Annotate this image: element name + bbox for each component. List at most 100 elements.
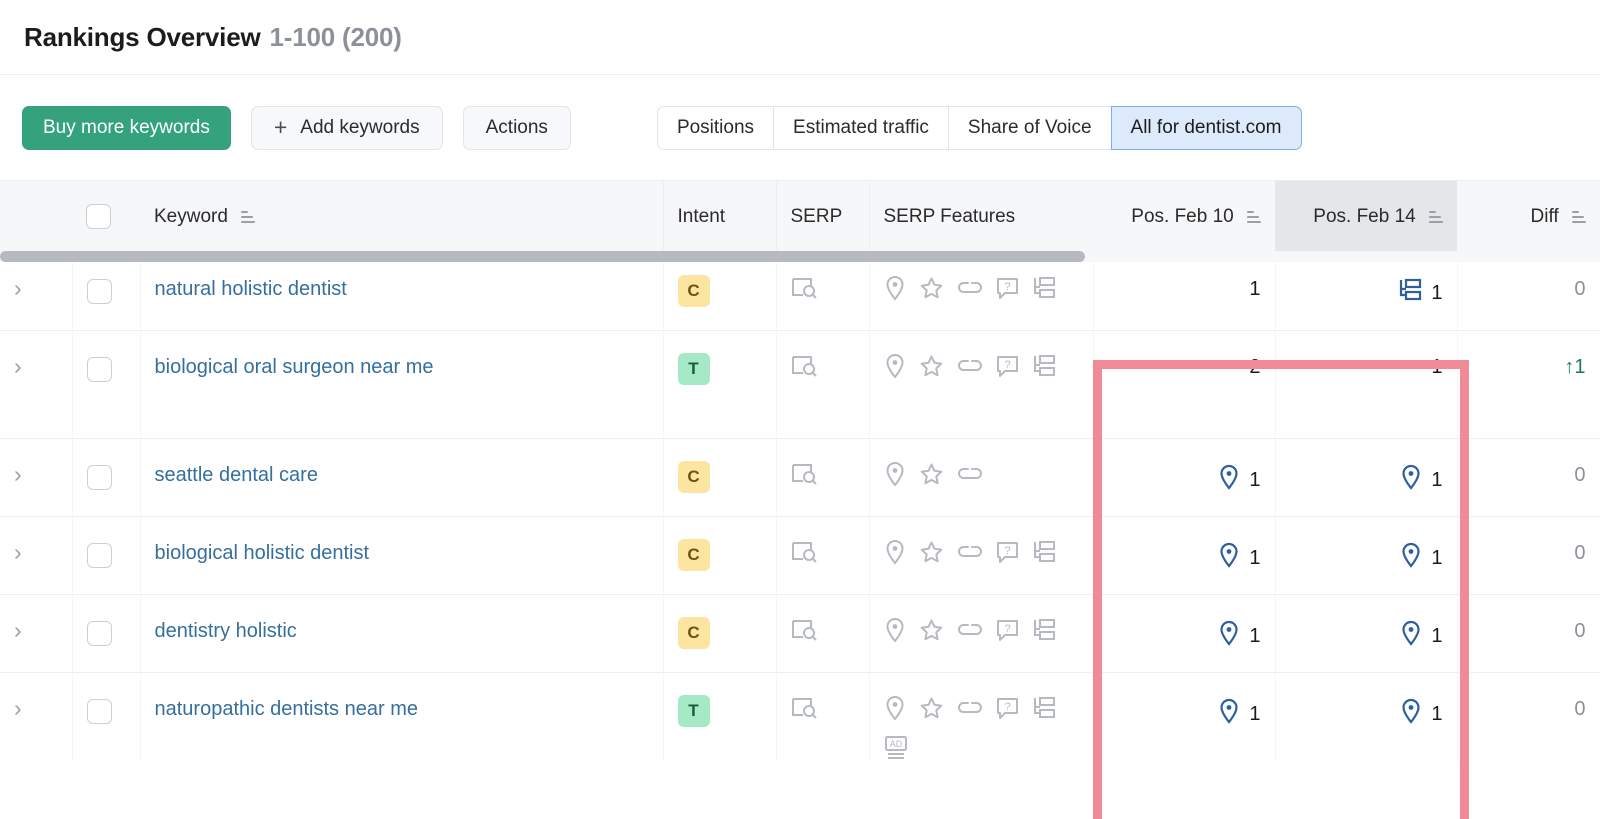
row-checkbox[interactable] xyxy=(86,465,112,490)
star-icon[interactable] xyxy=(919,462,944,487)
header-intent[interactable]: Intent xyxy=(663,180,777,253)
map-pin-icon[interactable] xyxy=(884,353,906,379)
sitelinks-icon[interactable] xyxy=(1032,540,1056,564)
tab-share-of-voice[interactable]: Share of Voice xyxy=(947,105,1111,150)
sitelinks-icon[interactable] xyxy=(1032,354,1056,378)
horizontal-scrollbar-thumb[interactable] xyxy=(0,251,1085,262)
serp-cell xyxy=(776,252,870,331)
link-icon[interactable] xyxy=(957,278,983,298)
rankings-table-container: Keyword Intent SERP SERP Features Pos. F… xyxy=(0,180,1600,819)
header-keyword[interactable]: Keyword xyxy=(140,180,664,253)
sitelinks-icon[interactable] xyxy=(1032,696,1056,720)
sort-icon[interactable] xyxy=(1572,210,1586,223)
intent-badge[interactable]: C xyxy=(677,539,710,571)
sort-icon[interactable] xyxy=(1429,210,1443,223)
serp-preview-icon[interactable] xyxy=(791,277,817,305)
star-icon[interactable] xyxy=(919,618,944,643)
chevron-right-icon[interactable]: › xyxy=(14,595,22,642)
link-icon[interactable] xyxy=(957,356,983,376)
map-pin-icon[interactable] xyxy=(1218,464,1240,496)
pos-feb-10-cell: 1 xyxy=(1093,516,1276,595)
map-pin-icon[interactable] xyxy=(884,695,906,721)
map-pin-icon[interactable] xyxy=(1400,464,1422,496)
serp-features-list xyxy=(884,439,1079,487)
chevron-right-icon[interactable]: › xyxy=(14,517,22,564)
header-diff[interactable]: Diff xyxy=(1457,180,1600,253)
chevron-right-icon[interactable]: › xyxy=(14,331,22,378)
ad-icon[interactable]: AD xyxy=(884,735,908,761)
table-row[interactable]: › seattle dental care C 1 1 0 xyxy=(0,438,1600,517)
map-pin-icon[interactable] xyxy=(1400,698,1422,730)
serp-preview-icon[interactable] xyxy=(791,463,817,491)
table-row[interactable]: › naturopathic dentists near me T ? AD 1… xyxy=(0,672,1600,761)
buy-more-keywords-button[interactable]: Buy more keywords xyxy=(22,105,231,150)
header-serp-features[interactable]: SERP Features xyxy=(869,180,1093,253)
keyword-link[interactable]: biological holistic dentist xyxy=(155,517,370,565)
keyword-link[interactable]: naturopathic dentists near me xyxy=(155,673,419,721)
keyword-link[interactable]: dentistry holistic xyxy=(155,595,297,643)
map-pin-icon[interactable] xyxy=(1400,542,1422,574)
question-bubble-icon[interactable]: ? xyxy=(996,277,1019,300)
tab-all-for-dentist-com[interactable]: All for dentist.com xyxy=(1110,105,1302,150)
question-bubble-icon[interactable]: ? xyxy=(996,619,1019,642)
sort-icon[interactable] xyxy=(241,210,256,223)
link-icon[interactable] xyxy=(957,698,983,718)
intent-badge[interactable]: T xyxy=(677,353,710,385)
row-checkbox[interactable] xyxy=(86,357,112,382)
header-pos-feb-10-label: Pos. Feb 10 xyxy=(1131,205,1234,227)
keyword-link[interactable]: biological oral surgeon near me xyxy=(155,331,434,379)
tab-positions[interactable]: Positions xyxy=(656,105,774,150)
tab-estimated-traffic[interactable]: Estimated traffic xyxy=(773,105,948,150)
star-icon[interactable] xyxy=(919,696,944,721)
actions-button[interactable]: Actions xyxy=(462,105,571,150)
sitelinks-icon[interactable] xyxy=(1398,278,1422,308)
map-pin-icon[interactable] xyxy=(884,539,906,565)
add-keywords-button[interactable]: + Add keywords xyxy=(250,105,443,150)
star-icon[interactable] xyxy=(919,276,944,301)
select-all-checkbox[interactable] xyxy=(86,204,111,229)
link-icon[interactable] xyxy=(957,542,983,562)
star-icon[interactable] xyxy=(919,540,944,565)
header-pos-feb-10[interactable]: Pos. Feb 10 xyxy=(1093,180,1275,253)
keyword-link[interactable]: seattle dental care xyxy=(155,439,318,487)
map-pin-icon[interactable] xyxy=(1400,620,1422,652)
intent-badge[interactable]: C xyxy=(677,461,710,493)
chevron-right-icon[interactable]: › xyxy=(14,673,22,720)
intent-badge[interactable]: C xyxy=(677,617,710,649)
row-checkbox[interactable] xyxy=(86,279,112,304)
row-checkbox[interactable] xyxy=(86,699,112,724)
link-icon[interactable] xyxy=(957,620,983,640)
row-checkbox[interactable] xyxy=(86,543,112,568)
serp-preview-icon[interactable] xyxy=(791,355,817,383)
intent-badge[interactable]: C xyxy=(677,275,710,307)
sort-icon[interactable] xyxy=(1247,210,1261,223)
chevron-right-icon[interactable]: › xyxy=(14,439,22,486)
serp-preview-icon[interactable] xyxy=(791,619,817,647)
serp-preview-icon[interactable] xyxy=(791,541,817,569)
serp-features-cell: ? xyxy=(869,594,1094,673)
map-pin-icon[interactable] xyxy=(1218,698,1240,730)
question-bubble-icon[interactable]: ? xyxy=(996,541,1019,564)
diff-cell: 0 xyxy=(1457,438,1600,517)
table-row[interactable]: › natural holistic dentist C ? 1 1 0 xyxy=(0,252,1600,331)
header-serp[interactable]: SERP xyxy=(776,180,870,253)
intent-badge[interactable]: T xyxy=(677,695,710,727)
sitelinks-icon[interactable] xyxy=(1032,618,1056,642)
serp-preview-icon[interactable] xyxy=(791,697,817,725)
star-icon[interactable] xyxy=(919,354,944,379)
table-row[interactable]: › dentistry holistic C ? 1 1 0 xyxy=(0,594,1600,673)
table-row[interactable]: › biological holistic dentist C ? 1 1 0 xyxy=(0,516,1600,595)
map-pin-icon[interactable] xyxy=(884,461,906,487)
horizontal-scrollbar-track[interactable] xyxy=(0,251,1600,262)
link-icon[interactable] xyxy=(957,464,983,484)
table-row[interactable]: › biological oral surgeon near me T ? 2 … xyxy=(0,330,1600,439)
map-pin-icon[interactable] xyxy=(1218,620,1240,652)
map-pin-icon[interactable] xyxy=(884,275,906,301)
row-checkbox[interactable] xyxy=(86,621,112,646)
map-pin-icon[interactable] xyxy=(884,617,906,643)
sitelinks-icon[interactable] xyxy=(1032,276,1056,300)
header-pos-feb-14[interactable]: Pos. Feb 14 xyxy=(1275,180,1457,253)
map-pin-icon[interactable] xyxy=(1218,542,1240,574)
question-bubble-icon[interactable]: ? xyxy=(996,355,1019,378)
question-bubble-icon[interactable]: ? xyxy=(996,697,1019,720)
